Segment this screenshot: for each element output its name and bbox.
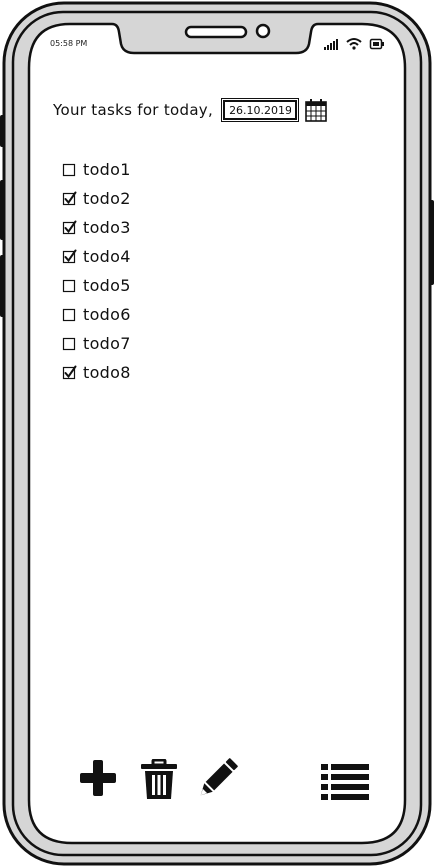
list-item[interactable]: todo8 xyxy=(62,358,131,387)
todo-label: todo7 xyxy=(83,334,131,353)
todo-label: todo5 xyxy=(83,276,131,295)
todo-label: todo8 xyxy=(83,363,131,382)
list-item[interactable]: todo4 xyxy=(62,242,131,271)
checkbox-checked[interactable] xyxy=(62,365,77,380)
list-item[interactable]: todo5 xyxy=(62,271,131,300)
checkbox-unchecked[interactable] xyxy=(62,162,77,177)
list-item[interactable]: todo2 xyxy=(62,184,131,213)
wifi-icon xyxy=(346,38,362,50)
list-item[interactable]: todo7 xyxy=(62,329,131,358)
list-item[interactable]: todo3 xyxy=(62,213,131,242)
checkbox-checked[interactable] xyxy=(62,220,77,235)
todo-label: todo4 xyxy=(83,247,131,266)
page-title: Your tasks for today, xyxy=(53,101,214,119)
checkbox-checked[interactable] xyxy=(62,249,77,264)
list-item[interactable]: todo6 xyxy=(62,300,131,329)
calendar-icon[interactable] xyxy=(305,98,327,122)
todo-label: todo2 xyxy=(83,189,131,208)
phone-frame: 05:58 PM Your tasks for today, 26.10.201… xyxy=(0,0,434,867)
todo-list: todo1 todo2 todo3 todo4 todo5 todo6 todo… xyxy=(62,155,131,387)
phone-body xyxy=(0,1,434,866)
checkbox-checked[interactable] xyxy=(62,191,77,206)
status-icons xyxy=(324,38,384,50)
todo-label: todo6 xyxy=(83,305,131,324)
list-icon[interactable] xyxy=(320,763,370,807)
battery-icon xyxy=(369,38,384,50)
pencil-icon[interactable] xyxy=(196,758,238,804)
signal-icon xyxy=(324,39,338,50)
date-field[interactable] xyxy=(223,100,298,120)
checkbox-unchecked[interactable] xyxy=(62,336,77,351)
list-item[interactable]: todo1 xyxy=(62,155,131,184)
checkbox-unchecked[interactable] xyxy=(62,307,77,322)
checkbox-unchecked[interactable] xyxy=(62,278,77,293)
todo-label: todo3 xyxy=(83,218,131,237)
trash-icon[interactable] xyxy=(140,758,178,805)
todo-label: todo1 xyxy=(83,160,131,179)
status-time: 05:58 PM xyxy=(50,39,88,48)
header: Your tasks for today, xyxy=(53,98,327,122)
plus-icon[interactable] xyxy=(79,759,117,801)
